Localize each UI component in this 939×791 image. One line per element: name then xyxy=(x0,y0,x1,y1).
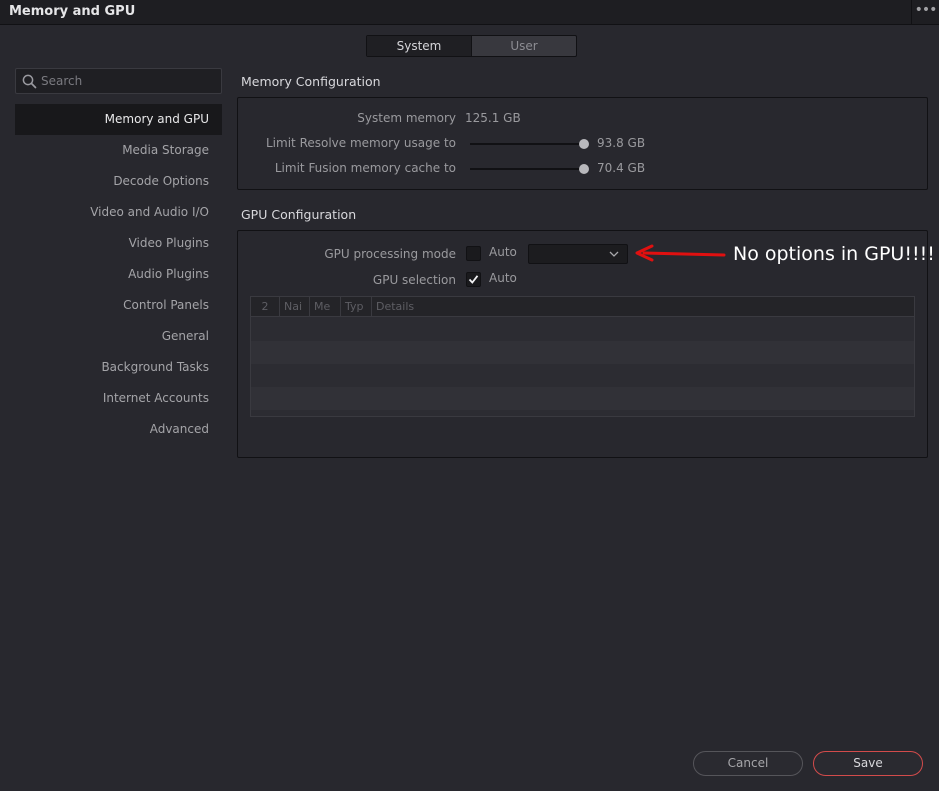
fusion-cache-slider-track[interactable] xyxy=(470,168,584,170)
scope-tabs: System User xyxy=(366,35,577,57)
more-options-icon[interactable]: ••• xyxy=(911,0,939,25)
resolve-memory-limit-label: Limit Resolve memory usage to xyxy=(266,136,456,150)
table-row xyxy=(251,318,914,341)
sidebar-item-memory-and-gpu[interactable]: Memory and GPU xyxy=(15,104,222,135)
sidebar-item-advanced[interactable]: Advanced xyxy=(15,414,222,445)
sidebar-item-video-plugins[interactable]: Video Plugins xyxy=(15,228,222,259)
annotation-text: No options in GPU!!!! xyxy=(733,243,935,265)
gpu-col-type[interactable]: Typ xyxy=(341,297,372,317)
gpu-processing-auto-checkbox[interactable] xyxy=(466,246,481,261)
sidebar-item-video-and-audio-io[interactable]: Video and Audio I/O xyxy=(15,197,222,228)
fusion-cache-limit-value: 70.4 GB xyxy=(597,161,646,175)
window-title: Memory and GPU xyxy=(9,4,136,19)
table-row xyxy=(251,364,914,387)
gpu-col-details[interactable]: Details xyxy=(372,297,912,317)
sidebar-item-control-panels[interactable]: Control Panels xyxy=(15,290,222,321)
fusion-cache-limit-label: Limit Fusion memory cache to xyxy=(274,161,456,175)
sidebar-item-internet-accounts[interactable]: Internet Accounts xyxy=(15,383,222,414)
tab-system[interactable]: System xyxy=(367,36,472,56)
tab-user[interactable]: User xyxy=(472,36,576,56)
fusion-cache-slider-handle[interactable] xyxy=(579,164,589,174)
gpu-list-table: 2 Nai Me Typ Details xyxy=(250,296,915,417)
memory-section-title: Memory Configuration xyxy=(241,74,381,89)
cancel-button[interactable]: Cancel xyxy=(693,751,803,776)
system-memory-value: 125.1 GB xyxy=(465,111,521,125)
sidebar-item-decode-options[interactable]: Decode Options xyxy=(15,166,222,197)
gpu-processing-mode-label: GPU processing mode xyxy=(324,247,456,261)
sidebar-item-background-tasks[interactable]: Background Tasks xyxy=(15,352,222,383)
window-titlebar: Memory and GPU ••• xyxy=(0,0,939,25)
table-row xyxy=(251,387,914,410)
search-icon xyxy=(22,74,37,89)
checkmark-icon xyxy=(468,275,479,284)
resolve-memory-slider-track[interactable] xyxy=(470,143,584,145)
gpu-section-title: GPU Configuration xyxy=(241,207,357,222)
sidebar-nav: Memory and GPU Media Storage Decode Opti… xyxy=(15,104,222,445)
table-row xyxy=(251,341,914,364)
gpu-table-header: 2 Nai Me Typ Details xyxy=(251,297,914,317)
sidebar-item-media-storage[interactable]: Media Storage xyxy=(15,135,222,166)
gpu-processing-auto-label: Auto xyxy=(489,245,517,259)
red-arrow-annotation xyxy=(635,244,726,262)
resolve-memory-slider-handle[interactable] xyxy=(579,139,589,149)
search-input[interactable] xyxy=(41,72,211,90)
save-button[interactable]: Save xyxy=(813,751,923,776)
gpu-processing-mode-dropdown[interactable] xyxy=(528,244,628,264)
gpu-selection-auto-checkbox[interactable] xyxy=(466,272,481,287)
memory-config-panel: System memory 125.1 GB Limit Resolve mem… xyxy=(237,97,928,190)
gpu-col-index[interactable]: 2 xyxy=(251,297,280,317)
gpu-selection-auto-label: Auto xyxy=(489,271,517,285)
chevron-down-icon xyxy=(609,251,619,257)
system-memory-label: System memory xyxy=(357,111,456,125)
gpu-col-memory[interactable]: Me xyxy=(310,297,341,317)
search-box[interactable] xyxy=(15,68,222,94)
resolve-memory-limit-value: 93.8 GB xyxy=(597,136,646,150)
sidebar-item-audio-plugins[interactable]: Audio Plugins xyxy=(15,259,222,290)
gpu-col-name[interactable]: Nai xyxy=(280,297,310,317)
sidebar-item-general[interactable]: General xyxy=(15,321,222,352)
gpu-selection-label: GPU selection xyxy=(372,273,456,287)
